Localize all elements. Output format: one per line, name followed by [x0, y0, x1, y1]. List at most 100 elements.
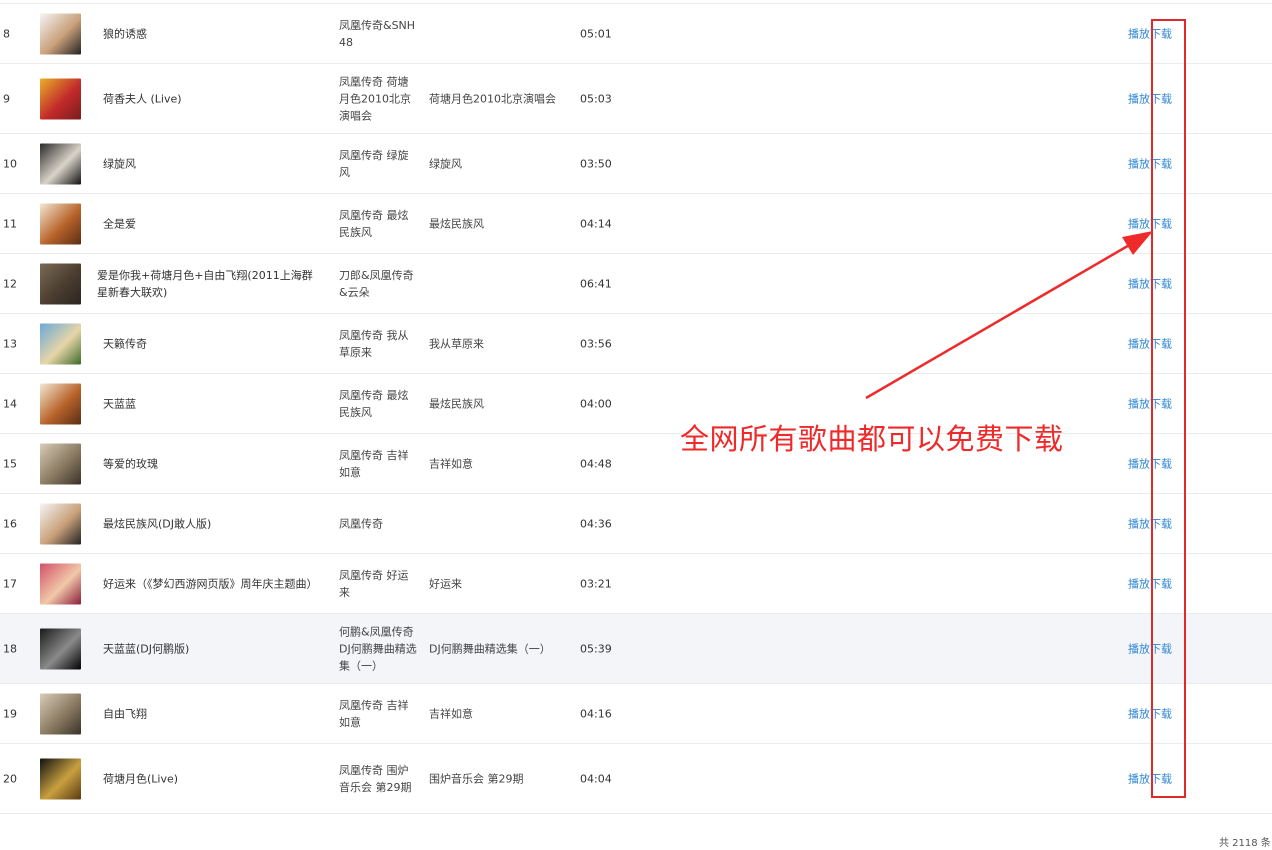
album-cover[interactable]: [40, 628, 81, 669]
song-artist-album[interactable]: 凤凰传奇 最炫民族风: [339, 207, 417, 241]
song-duration: 05:01: [580, 27, 612, 40]
play-button[interactable]: 播放: [1128, 27, 1150, 40]
song-index: 9: [3, 92, 10, 105]
annotation-text: 全网所有歌曲都可以免费下载: [680, 422, 1064, 456]
song-album[interactable]: 最炫民族风: [429, 395, 569, 412]
song-index: 19: [3, 707, 17, 720]
song-artist-album[interactable]: 凤凰传奇&SNH48: [339, 17, 417, 51]
song-artist-album[interactable]: 凤凰传奇 围炉音乐会 第29期: [339, 762, 417, 796]
song-album[interactable]: 吉祥如意: [429, 705, 569, 722]
play-button[interactable]: 播放: [1128, 517, 1150, 530]
song-index: 10: [3, 157, 17, 170]
play-button[interactable]: 播放: [1128, 577, 1150, 590]
song-artist-album[interactable]: 刀郎&凤凰传奇&云朵: [339, 267, 417, 301]
play-button[interactable]: 播放: [1128, 92, 1150, 105]
play-button[interactable]: 播放: [1128, 217, 1150, 230]
play-button[interactable]: 播放: [1128, 457, 1150, 470]
song-album[interactable]: 吉祥如意: [429, 455, 569, 472]
album-cover[interactable]: [40, 13, 81, 54]
song-index: 8: [3, 27, 10, 40]
song-title-link[interactable]: 天籁传奇: [103, 335, 328, 352]
song-title-link[interactable]: 全是爱: [103, 215, 328, 232]
table-row: 12 爱是你我+荷塘月色+自由飞翔(2011上海群星新春大联欢) 刀郎&凤凰传奇…: [0, 254, 1272, 314]
song-duration: 03:21: [580, 577, 612, 590]
table-row: 18 天蓝蓝(DJ何鹏版) 何鹏&凤凰传奇 DJ何鹏舞曲精选集（一） DJ何鹏舞…: [0, 614, 1272, 684]
table-row: 8 狼的诱惑 凤凰传奇&SNH48 05:01 播放下载: [0, 4, 1272, 64]
song-index: 13: [3, 337, 17, 350]
album-cover[interactable]: [40, 758, 81, 799]
song-title-link[interactable]: 荷香夫人 (Live): [103, 90, 328, 107]
play-button[interactable]: 播放: [1128, 707, 1150, 720]
song-duration: 06:41: [580, 277, 612, 290]
total-count: 共 2118 条: [1219, 838, 1271, 849]
table-row: 10 绿旋风 凤凰传奇 绿旋风 绿旋风 03:50 播放下载: [0, 134, 1272, 194]
annotation-highlight-box: [1151, 19, 1186, 798]
album-cover[interactable]: [40, 143, 81, 184]
song-album[interactable]: 我从草原来: [429, 335, 569, 352]
song-index: 14: [3, 397, 17, 410]
song-artist-album[interactable]: 凤凰传奇: [339, 515, 417, 532]
album-cover[interactable]: [40, 323, 81, 364]
song-artist-album[interactable]: 凤凰传奇 吉祥如意: [339, 697, 417, 731]
song-title-link[interactable]: 天蓝蓝: [103, 395, 328, 412]
song-artist-album[interactable]: 凤凰传奇 我从草原来: [339, 327, 417, 361]
song-artist-album[interactable]: 凤凰传奇 最炫民族风: [339, 387, 417, 421]
song-title-link[interactable]: 爱是你我+荷塘月色+自由飞翔(2011上海群星新春大联欢): [97, 267, 322, 301]
table-row: 13 天籁传奇 凤凰传奇 我从草原来 我从草原来 03:56 播放下载: [0, 314, 1272, 374]
song-title-link[interactable]: 最炫民族风(DJ敢人版): [103, 515, 328, 532]
play-button[interactable]: 播放: [1128, 157, 1150, 170]
album-cover[interactable]: [40, 563, 81, 604]
song-duration: 04:48: [580, 457, 612, 470]
song-artist-album[interactable]: 凤凰传奇 好运来: [339, 567, 417, 601]
song-album[interactable]: 好运来: [429, 575, 569, 592]
song-title-link[interactable]: 好运来（《梦幻西游网页版》周年庆主题曲）: [103, 575, 328, 592]
table-row: 19 自由飞翔 凤凰传奇 吉祥如意 吉祥如意 04:16 播放下载: [0, 684, 1272, 744]
table-row: 11 全是爱 凤凰传奇 最炫民族风 最炫民族风 04:14 播放下载: [0, 194, 1272, 254]
play-button[interactable]: 播放: [1128, 642, 1150, 655]
album-cover[interactable]: [40, 383, 81, 424]
album-cover[interactable]: [40, 203, 81, 244]
song-duration: 04:04: [580, 772, 612, 785]
song-duration: 05:39: [580, 642, 612, 655]
song-title-link[interactable]: 绿旋风: [103, 155, 328, 172]
song-artist-album[interactable]: 凤凰传奇 绿旋风: [339, 147, 417, 181]
album-cover[interactable]: [40, 263, 81, 304]
song-index: 18: [3, 642, 17, 655]
table-row: 17 好运来（《梦幻西游网页版》周年庆主题曲） 凤凰传奇 好运来 好运来 03:…: [0, 554, 1272, 614]
song-duration: 05:03: [580, 92, 612, 105]
song-album[interactable]: 荷塘月色2010北京演唱会: [429, 90, 569, 107]
song-artist-album[interactable]: 凤凰传奇 吉祥如意: [339, 447, 417, 481]
song-duration: 04:36: [580, 517, 612, 530]
song-index: 11: [3, 217, 17, 230]
album-cover[interactable]: [40, 78, 81, 119]
song-album[interactable]: DJ何鹏舞曲精选集（一）: [429, 640, 569, 657]
song-title-link[interactable]: 荷塘月色(Live): [103, 770, 328, 787]
play-button[interactable]: 播放: [1128, 277, 1150, 290]
song-duration: 04:14: [580, 217, 612, 230]
play-button[interactable]: 播放: [1128, 397, 1150, 410]
song-title-link[interactable]: 等爱的玫瑰: [103, 455, 328, 472]
song-duration: 04:00: [580, 397, 612, 410]
play-button[interactable]: 播放: [1128, 337, 1150, 350]
song-title-link[interactable]: 狼的诱惑: [103, 25, 328, 42]
song-album[interactable]: 围炉音乐会 第29期: [429, 770, 569, 787]
song-index: 15: [3, 457, 17, 470]
song-album[interactable]: 绿旋风: [429, 155, 569, 172]
play-button[interactable]: 播放: [1128, 772, 1150, 785]
song-duration: 03:50: [580, 157, 612, 170]
song-index: 17: [3, 577, 17, 590]
album-cover[interactable]: [40, 443, 81, 484]
song-artist-album[interactable]: 何鹏&凤凰传奇 DJ何鹏舞曲精选集（一）: [339, 623, 417, 674]
table-row: 14 天蓝蓝 凤凰传奇 最炫民族风 最炫民族风 04:00 播放下载: [0, 374, 1272, 434]
album-cover[interactable]: [40, 693, 81, 734]
table-row: 20 荷塘月色(Live) 凤凰传奇 围炉音乐会 第29期 围炉音乐会 第29期…: [0, 744, 1272, 814]
song-artist-album[interactable]: 凤凰传奇 荷塘月色2010北京演唱会: [339, 73, 417, 124]
song-duration: 03:56: [580, 337, 612, 350]
song-index: 16: [3, 517, 17, 530]
song-album[interactable]: 最炫民族风: [429, 215, 569, 232]
song-title-link[interactable]: 自由飞翔: [103, 705, 328, 722]
table-row: 16 最炫民族风(DJ敢人版) 凤凰传奇 04:36 播放下载: [0, 494, 1272, 554]
album-cover[interactable]: [40, 503, 81, 544]
song-title-link[interactable]: 天蓝蓝(DJ何鹏版): [103, 640, 328, 657]
song-duration: 04:16: [580, 707, 612, 720]
